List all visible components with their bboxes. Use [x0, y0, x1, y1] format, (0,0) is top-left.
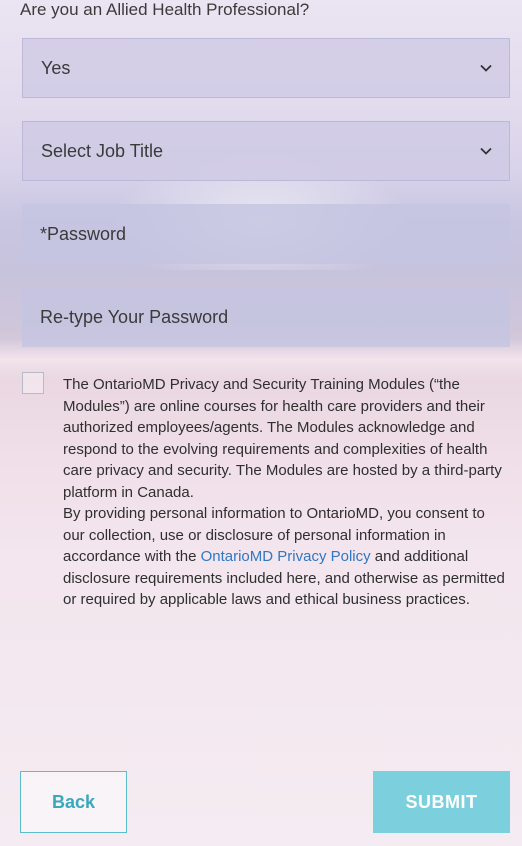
chevron-down-icon	[475, 140, 497, 162]
job-title-select-value: Select Job Title	[41, 140, 164, 161]
submit-button[interactable]: SUBMIT	[373, 771, 510, 833]
retype-password-field[interactable]: Re-type Your Password	[22, 287, 510, 347]
privacy-policy-link[interactable]: OntarioMD Privacy Policy	[201, 548, 371, 565]
job-title-select[interactable]: Select Job Title	[22, 121, 510, 181]
password-field[interactable]: *Password	[22, 204, 510, 264]
allied-health-select-value: Yes	[41, 57, 71, 78]
back-button[interactable]: Back	[20, 771, 127, 833]
chevron-down-icon	[475, 57, 497, 79]
allied-health-question-label: Are you an Allied Health Professional?	[20, 0, 310, 19]
consent-text: The OntarioMD Privacy and Security Train…	[63, 374, 508, 611]
allied-health-select[interactable]: Yes	[22, 38, 510, 98]
consent-checkbox[interactable]	[22, 372, 44, 394]
retype-password-placeholder: Re-type Your Password	[40, 306, 229, 327]
consent-paragraph-privacy: By providing personal information to Ont…	[63, 503, 508, 611]
password-placeholder: *Password	[40, 223, 127, 244]
consent-paragraph-modules: The OntarioMD Privacy and Security Train…	[63, 376, 502, 501]
